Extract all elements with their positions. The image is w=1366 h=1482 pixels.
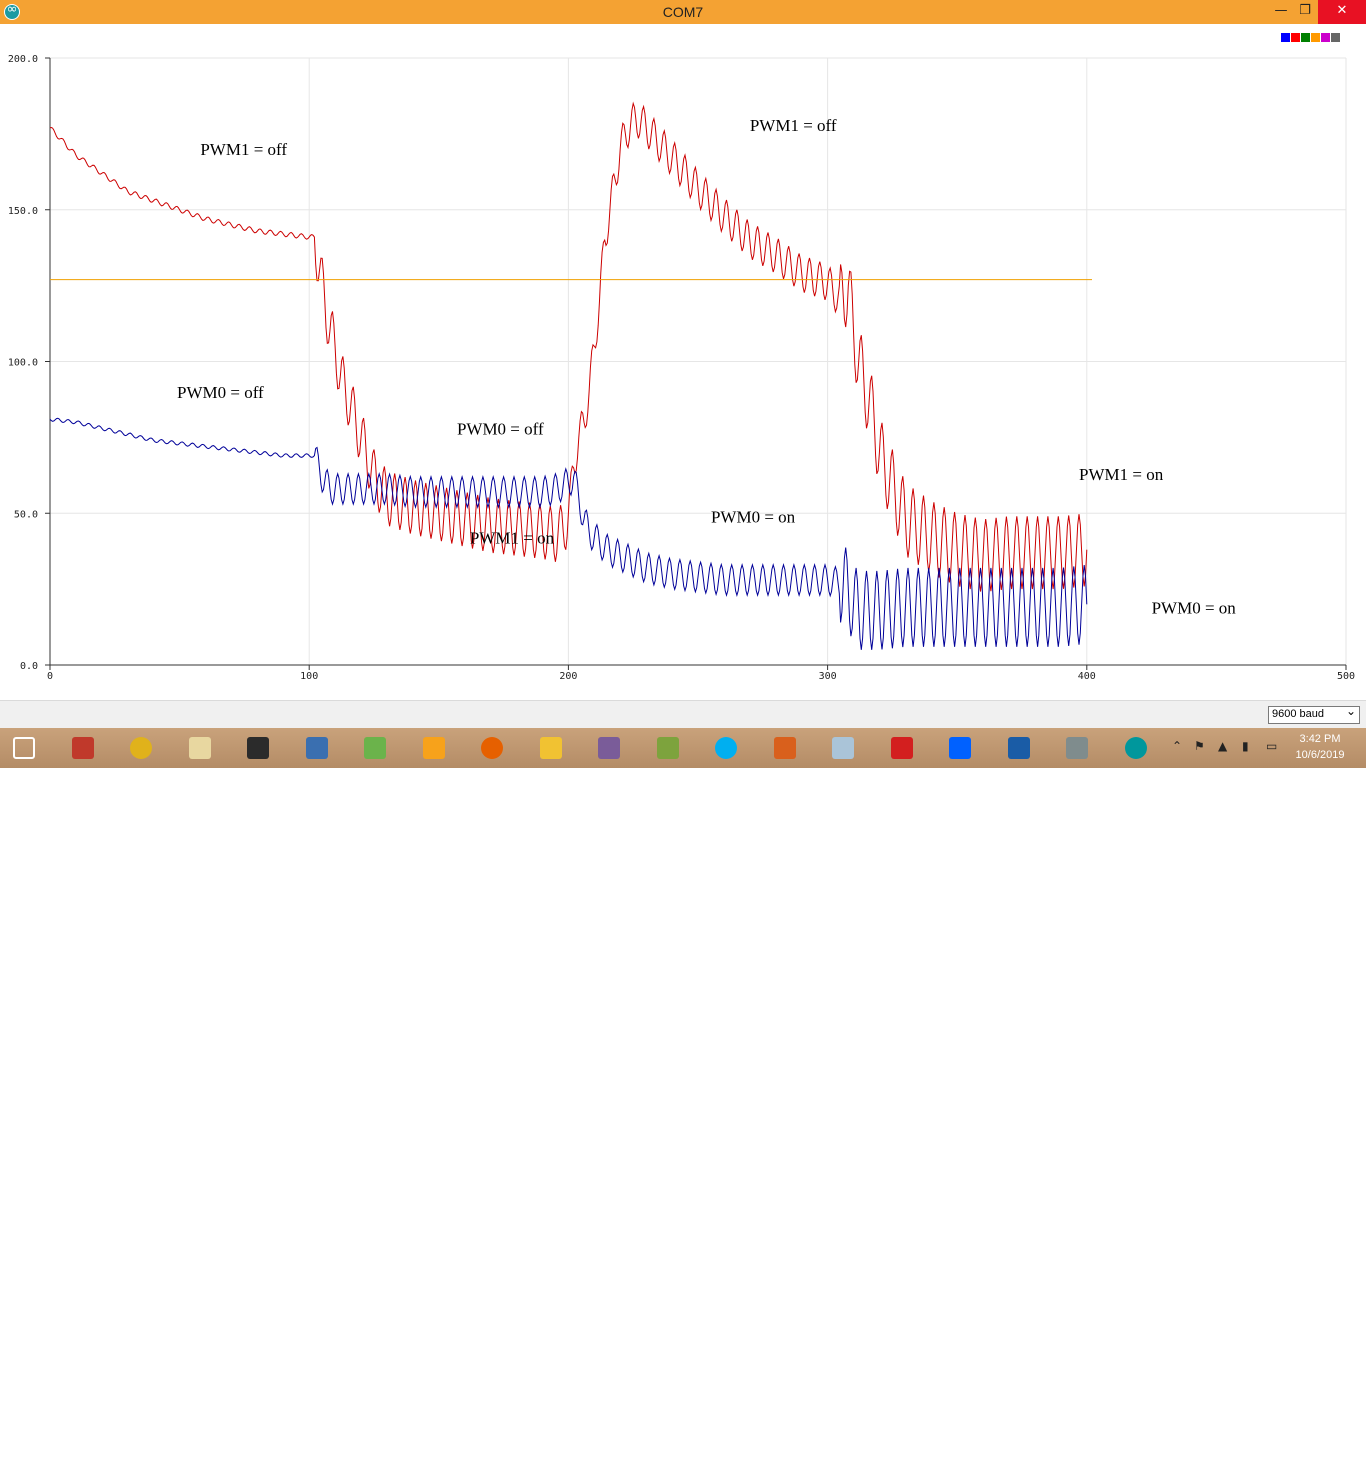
legend-swatch bbox=[1331, 33, 1340, 42]
texmaker-taskbar-button[interactable] bbox=[652, 732, 684, 764]
explorer-icon bbox=[539, 737, 562, 759]
ni-taskbar-button[interactable] bbox=[1003, 732, 1035, 764]
dropbox-taskbar-button[interactable] bbox=[944, 732, 976, 764]
x-tick-label: 0 bbox=[47, 671, 53, 682]
skype-taskbar-button[interactable] bbox=[710, 732, 742, 764]
miktex-icon bbox=[305, 737, 328, 759]
y-tick-label: 50.0 bbox=[14, 509, 38, 520]
annotation-label: PWM1 = off bbox=[750, 116, 837, 135]
firefox-icon bbox=[481, 737, 503, 759]
start-icon bbox=[13, 737, 35, 759]
vi-taskbar-button[interactable] bbox=[418, 732, 450, 764]
annotation-label: PWM1 = on bbox=[1079, 465, 1164, 484]
arduino-taskbar-button[interactable] bbox=[1120, 732, 1152, 764]
display-icon[interactable]: ▭ bbox=[1266, 739, 1280, 753]
title-bar: COM7 — ❐ ✕ bbox=[0, 0, 1366, 24]
x-tick-label: 500 bbox=[1337, 671, 1355, 682]
battery-icon[interactable]: ▮ bbox=[1242, 739, 1256, 753]
paint-taskbar-button[interactable] bbox=[593, 732, 625, 764]
x-tick-label: 400 bbox=[1078, 671, 1096, 682]
x-tick-label: 300 bbox=[819, 671, 837, 682]
close-button[interactable]: ✕ bbox=[1318, 0, 1366, 24]
tex-app-taskbar-button[interactable] bbox=[67, 732, 99, 764]
y-tick-label: 200.0 bbox=[8, 54, 38, 65]
flag-icon[interactable]: ⚑ bbox=[1194, 739, 1208, 753]
matlab-icon bbox=[773, 737, 796, 759]
acrobat-icon bbox=[890, 737, 913, 759]
editor-icon bbox=[364, 737, 386, 759]
annotation-label: PWM0 = on bbox=[711, 507, 796, 526]
annotation-label: PWM0 = off bbox=[177, 383, 264, 402]
arduino-icon bbox=[1124, 737, 1147, 759]
chevron-up-icon[interactable]: ⌃ bbox=[1172, 739, 1186, 753]
miktex-taskbar-button[interactable] bbox=[301, 732, 333, 764]
series bbox=[49, 101, 1092, 650]
restore-button[interactable]: ❐ bbox=[1290, 0, 1320, 24]
legend-swatch bbox=[1291, 33, 1300, 42]
annotation-label: PWM0 = off bbox=[457, 419, 544, 438]
annotation-label: PWM1 = on bbox=[470, 529, 555, 548]
terminal-icon bbox=[247, 737, 269, 759]
chrome-icon bbox=[130, 737, 152, 759]
matlab-taskbar-button[interactable] bbox=[769, 732, 801, 764]
serial-plotter-chart: 0 100 200 300 400 500 0.0 50.0 100.0 150.0 200.0 P… bbox=[8, 54, 1355, 682]
legend-swatches bbox=[1281, 33, 1341, 43]
legend-swatch bbox=[1301, 33, 1310, 42]
texmaker-icon bbox=[656, 737, 679, 759]
y-tick-label: 0.0 bbox=[20, 661, 38, 672]
notepad-taskbar-button[interactable] bbox=[184, 732, 216, 764]
x-tick-label: 100 bbox=[300, 671, 318, 682]
chrome-taskbar-button[interactable] bbox=[125, 732, 157, 764]
start-taskbar-button[interactable] bbox=[8, 732, 40, 764]
calculator-icon bbox=[832, 737, 854, 759]
calculator-taskbar-button[interactable] bbox=[827, 732, 859, 764]
y-tick-label: 150.0 bbox=[8, 206, 38, 217]
clock-time[interactable]: 3:42 PM bbox=[1298, 733, 1342, 745]
satellite-taskbar-button[interactable] bbox=[1061, 732, 1093, 764]
skype-icon bbox=[715, 737, 737, 759]
notification-icon[interactable] bbox=[1351, 1468, 1363, 1482]
status-bar: 9600 baud bbox=[0, 700, 1366, 728]
firefox-taskbar-button[interactable] bbox=[476, 732, 508, 764]
clock-date[interactable]: 10/6/2019 bbox=[1292, 749, 1348, 761]
y-tick-label: 100.0 bbox=[8, 358, 38, 369]
vi-icon bbox=[422, 737, 445, 759]
acrobat-taskbar-button[interactable] bbox=[886, 732, 918, 764]
dropbox-icon bbox=[949, 737, 971, 759]
notepad-icon bbox=[188, 737, 211, 759]
annotation-label: PWM1 = off bbox=[200, 140, 287, 159]
window-title: COM7 bbox=[662, 4, 704, 20]
acrobat-tray-icon[interactable]: ▲ bbox=[1218, 739, 1232, 753]
satellite-icon bbox=[1066, 737, 1088, 759]
baud-rate-select[interactable]: 9600 baud bbox=[1268, 704, 1360, 724]
legend-swatch bbox=[1311, 33, 1320, 42]
legend-swatch bbox=[1321, 33, 1330, 42]
legend-swatch bbox=[1281, 33, 1290, 42]
tex-app-icon bbox=[71, 737, 94, 759]
explorer-taskbar-button[interactable] bbox=[535, 732, 567, 764]
x-tick-label: 200 bbox=[559, 671, 577, 682]
terminal-taskbar-button[interactable] bbox=[242, 732, 274, 764]
ni-icon bbox=[1007, 737, 1030, 759]
annotation-label: PWM0 = on bbox=[1152, 598, 1237, 617]
taskbar: ⌃ ⚑ ▲ ▮ ▭ bbox=[0, 728, 1366, 1482]
editor-taskbar-button[interactable] bbox=[359, 732, 391, 764]
paint-icon bbox=[598, 737, 620, 759]
